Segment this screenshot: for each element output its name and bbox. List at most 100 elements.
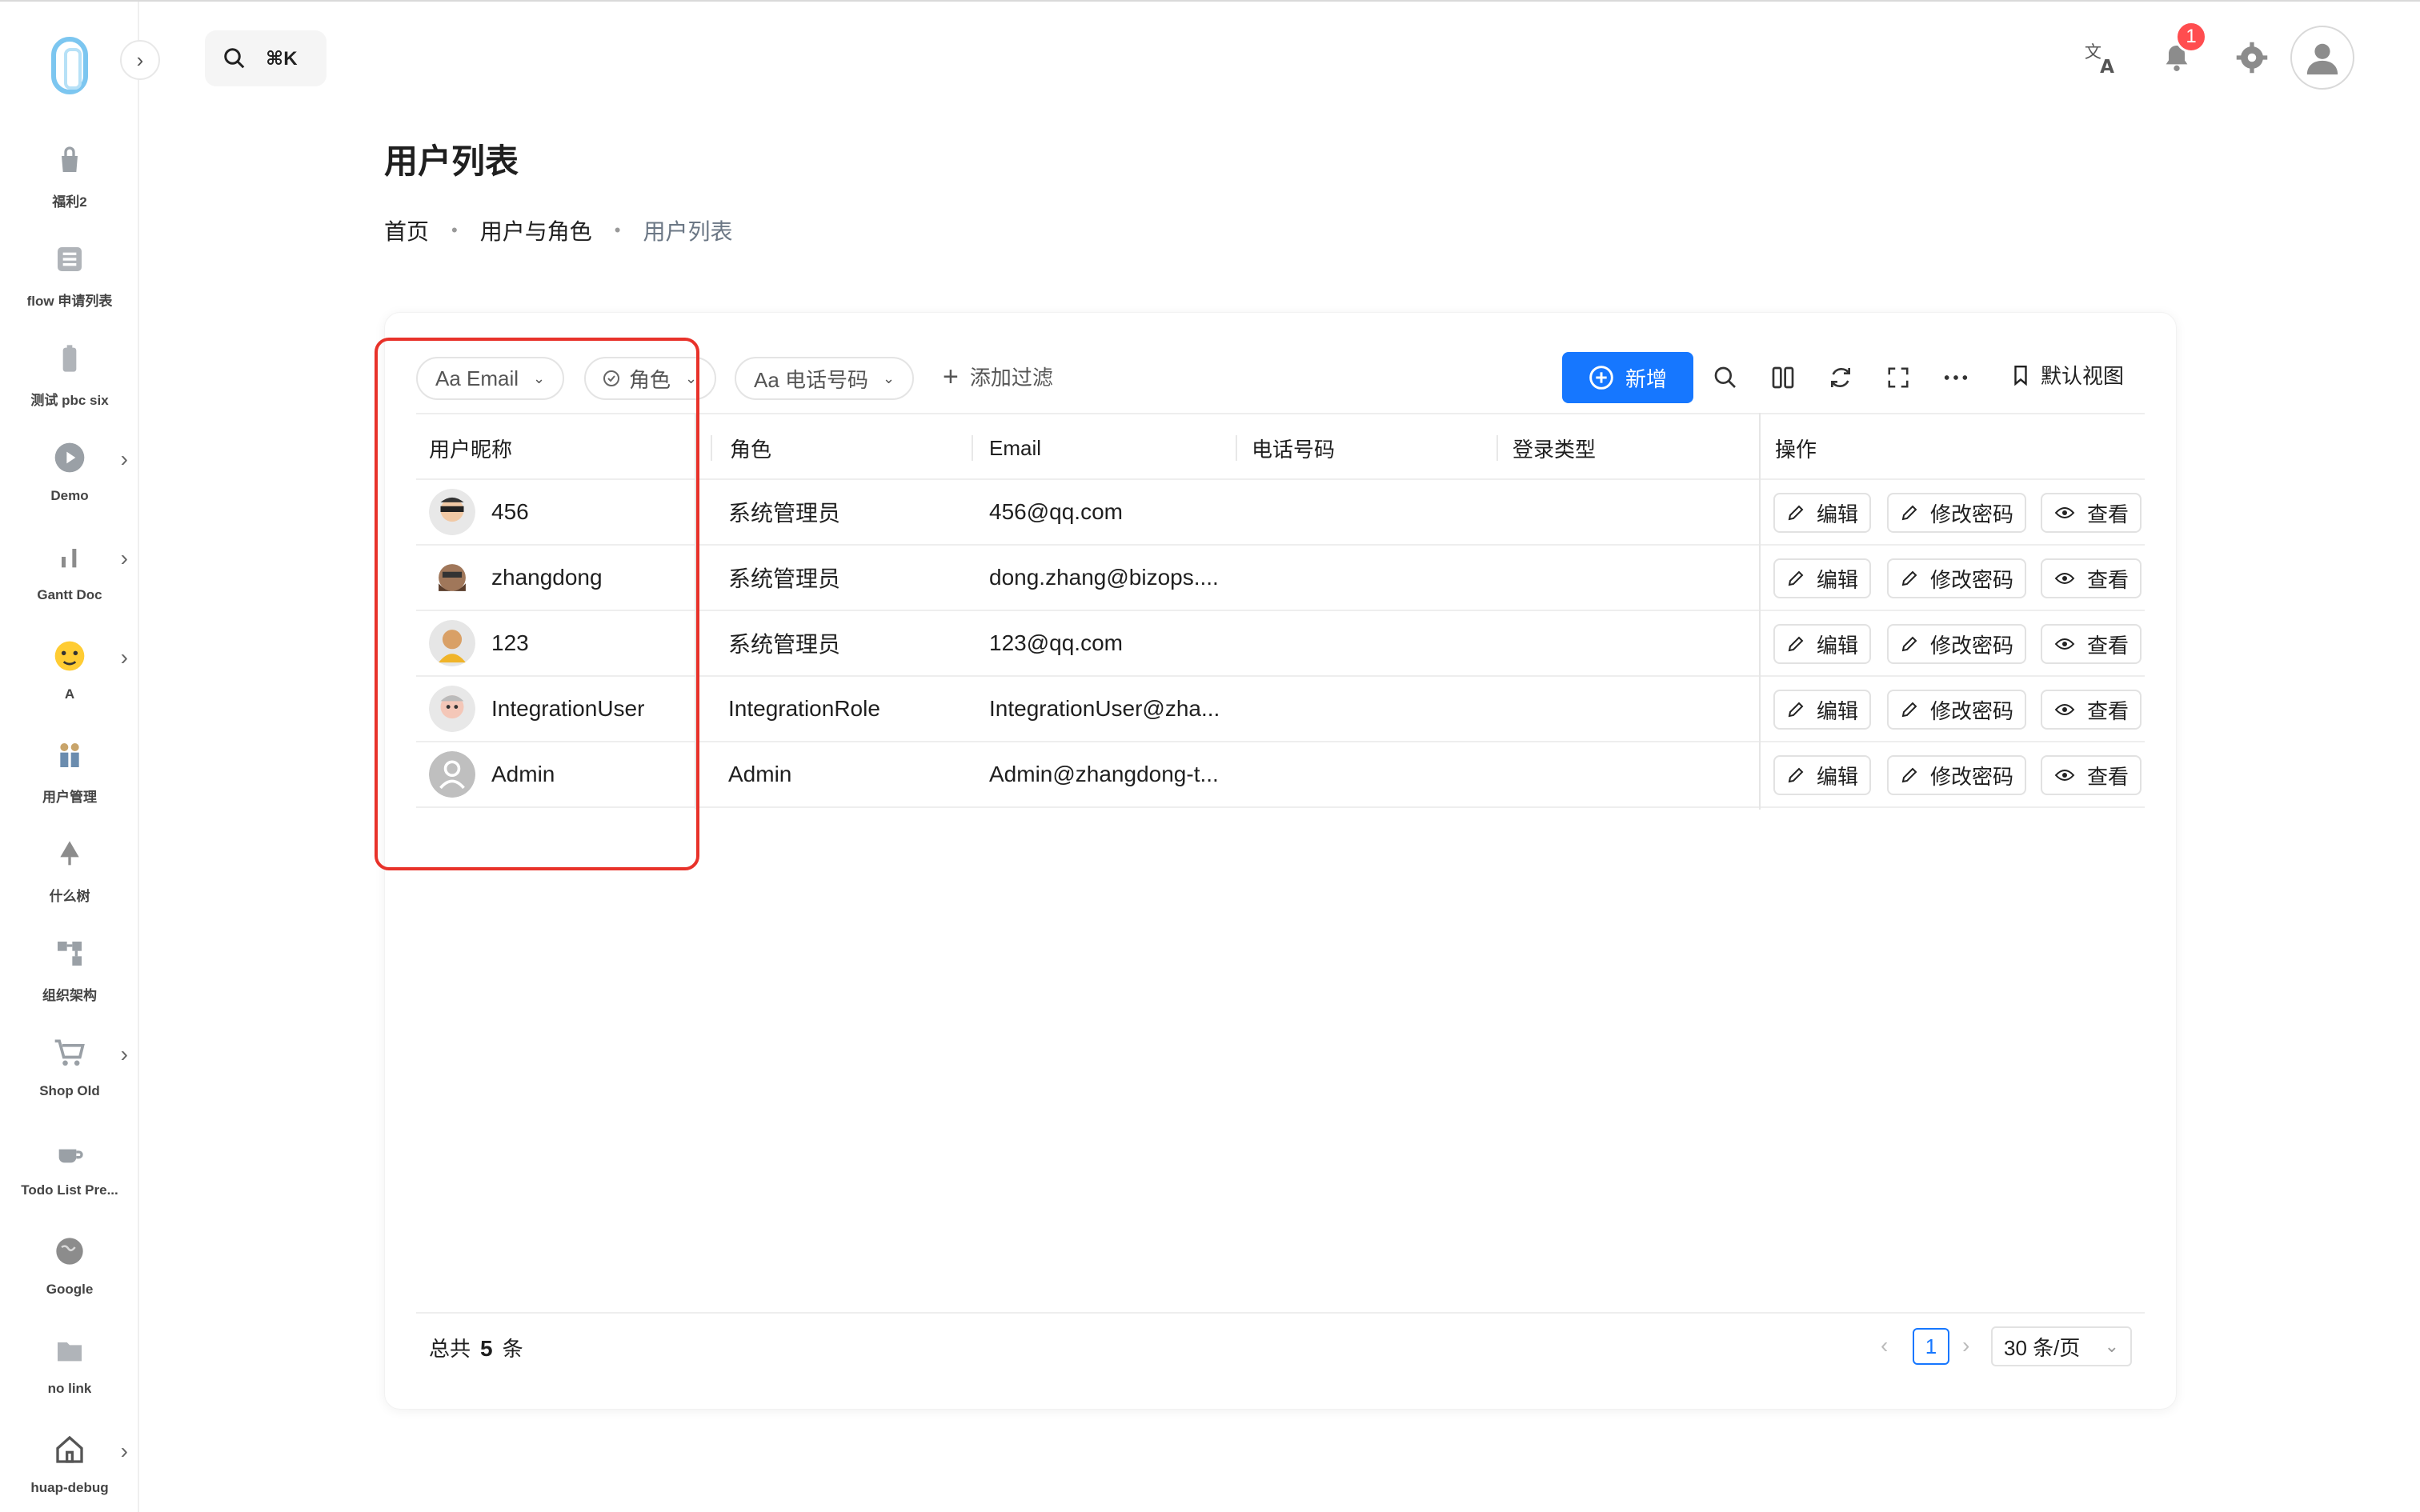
sidebar-item[interactable]: Shop Old › — [0, 1034, 139, 1122]
sidebar-item-label: no link — [47, 1381, 92, 1396]
default-view-button[interactable]: 默认视图 — [2010, 360, 2124, 390]
eye-icon — [2053, 503, 2076, 522]
search-icon — [1714, 366, 1736, 388]
search-trigger[interactable]: ⌘K — [205, 30, 327, 86]
new-button[interactable]: 新增 — [1562, 352, 1693, 403]
edit-button[interactable]: 编辑 — [1773, 755, 1872, 795]
play-icon — [50, 438, 89, 477]
view-button-label: 查看 — [2087, 633, 2130, 658]
column-divider — [711, 435, 712, 461]
sidebar-item[interactable]: A › — [0, 637, 139, 725]
breadcrumb-home[interactable]: 首页 — [384, 214, 429, 246]
pencil-icon — [1786, 634, 1805, 654]
total-number: 5 — [480, 1336, 493, 1361]
change-password-button[interactable]: 修改密码 — [1887, 755, 2027, 795]
translate-button[interactable]: 文A — [2079, 35, 2124, 80]
breadcrumb-users-roles[interactable]: 用户与角色 — [480, 214, 592, 246]
prev-page-button[interactable]: ‹ — [1881, 1333, 1888, 1358]
search-icon — [224, 48, 245, 69]
sidebar-item-label: flow 申请列表 — [26, 294, 113, 309]
sidebar-item[interactable]: Google — [0, 1232, 139, 1320]
eye-icon — [2053, 700, 2076, 719]
chevron-right-icon[interactable]: › — [121, 1042, 128, 1067]
column-header-email[interactable]: Email — [989, 414, 1041, 482]
view-button[interactable]: 查看 — [2041, 624, 2142, 664]
column-header-role[interactable]: 角色 — [730, 414, 771, 482]
view-button[interactable]: 查看 — [2041, 690, 2142, 730]
change-password-button-label: 修改密码 — [1930, 502, 2014, 526]
pencil-icon — [1900, 569, 1919, 588]
fullscreen-button[interactable] — [1881, 360, 1916, 395]
chevron-right-icon[interactable]: › — [121, 645, 128, 670]
page-number[interactable]: 1 — [1913, 1328, 1949, 1365]
sidebar-item[interactable]: 福利2 — [0, 141, 139, 229]
column-header-actions: 操作 — [1775, 437, 1817, 462]
edit-button[interactable]: 编辑 — [1773, 558, 1872, 598]
refresh-button[interactable] — [1823, 360, 1858, 395]
globe-icon — [50, 1232, 89, 1270]
pencil-icon — [1786, 569, 1805, 588]
sidebar-item[interactable]: flow 申请列表 — [0, 240, 139, 328]
sidebar-item-label: A — [64, 686, 75, 702]
table-search-button[interactable] — [1708, 360, 1743, 395]
pencil-icon — [1900, 700, 1919, 719]
view-button[interactable]: 查看 — [2041, 755, 2142, 795]
column-header-phone[interactable]: 电话号码 — [1252, 414, 1335, 482]
more-button[interactable] — [1938, 360, 1973, 395]
sidebar-item[interactable]: Demo › — [0, 438, 139, 526]
cell-role: Admin — [728, 762, 792, 786]
breadcrumb: 首页 • 用户与角色 • 用户列表 — [384, 214, 732, 246]
sidebar-item-label: huap-debug — [30, 1480, 109, 1495]
user-avatar-button[interactable] — [2290, 26, 2354, 90]
emoji-icon — [50, 637, 89, 675]
edit-button[interactable]: 编辑 — [1773, 690, 1872, 730]
change-password-button[interactable]: 修改密码 — [1887, 624, 2027, 664]
sidebar-item-label: Demo — [50, 488, 89, 503]
edit-button[interactable]: 编辑 — [1773, 624, 1872, 664]
sidebar-item[interactable]: Todo List Pre... — [0, 1133, 139, 1221]
change-password-button[interactable]: 修改密码 — [1887, 690, 2027, 730]
sidebar-item-label: Todo List Pre... — [21, 1182, 118, 1198]
sidebar-item[interactable]: huap-debug › — [0, 1430, 139, 1512]
page-size-select[interactable]: 30 条/页 ⌄ — [1991, 1326, 2132, 1366]
bar-chart-icon — [50, 538, 89, 576]
change-password-button[interactable]: 修改密码 — [1887, 493, 2027, 533]
sidebar-item[interactable]: no link — [0, 1331, 139, 1419]
column-divider — [972, 435, 973, 461]
cell-email: 456@qq.com — [989, 499, 1123, 524]
next-page-button[interactable]: › — [1962, 1333, 1969, 1358]
sidebar: 福利2 flow 申请列表 测试 pbc six Demo › Gantt Doc › A › 用… — [0, 2, 139, 1512]
chevron-right-icon[interactable]: › — [121, 1438, 128, 1464]
home-icon — [50, 1430, 89, 1469]
pencil-icon — [1900, 503, 1919, 522]
columns-button[interactable] — [1765, 360, 1801, 395]
sidebar-item[interactable]: 测试 pbc six — [0, 339, 139, 427]
eye-icon — [2053, 634, 2076, 654]
columns-icon — [1772, 366, 1794, 389]
view-button[interactable]: 查看 — [2041, 558, 2142, 598]
sidebar-item[interactable]: Gantt Doc › — [0, 538, 139, 626]
cell-role: IntegrationRole — [728, 696, 880, 721]
svg-text:文: 文 — [2085, 42, 2101, 62]
cell-email: dong.zhang@bizops.... — [989, 565, 1219, 590]
sidebar-item[interactable]: 组织架构 — [0, 934, 139, 1022]
app-logo[interactable] — [51, 37, 88, 94]
view-button[interactable]: 查看 — [2041, 493, 2142, 533]
cell-email: Admin@zhangdong-t... — [989, 762, 1219, 786]
pencil-icon — [1786, 700, 1805, 719]
sidebar-toggle-button[interactable]: › — [120, 40, 160, 80]
column-header-login-type[interactable]: 登录类型 — [1512, 414, 1596, 482]
filter-phone[interactable]: Aa 电话号码 ⌄ — [735, 357, 915, 400]
settings-button[interactable] — [2230, 35, 2274, 80]
add-filter-button[interactable]: + 添加过滤 — [943, 362, 1053, 391]
chevron-right-icon[interactable]: › — [121, 446, 128, 472]
sidebar-item[interactable]: 用户管理 — [0, 736, 139, 824]
cart-icon — [50, 1034, 89, 1072]
chevron-right-icon[interactable]: › — [121, 546, 128, 571]
change-password-button-label: 修改密码 — [1930, 698, 2014, 723]
breadcrumb-separator: • — [614, 220, 621, 240]
cell-role: 系统管理员 — [728, 632, 841, 657]
edit-button[interactable]: 编辑 — [1773, 493, 1872, 533]
change-password-button[interactable]: 修改密码 — [1887, 558, 2027, 598]
sidebar-item[interactable]: 什么树 — [0, 835, 139, 923]
